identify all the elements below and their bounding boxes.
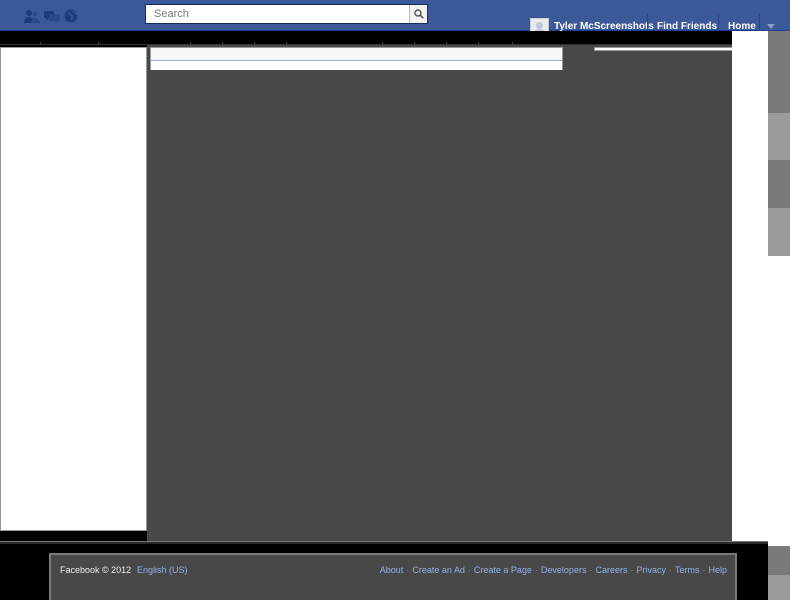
content-bottom-rule [0,541,768,544]
nav-separator [759,14,760,31]
magnifier-icon [413,9,424,19]
composer-input-row[interactable] [151,61,562,70]
toolbar-strip [0,31,790,45]
composer-tabs-row [151,48,562,61]
nav-separator [718,14,719,31]
scrollbar-segment[interactable] [768,575,790,600]
footer-links: About · Create an Ad · Create a Page · D… [380,565,727,575]
footer-separator: · [630,565,634,575]
footer-link-careers[interactable]: Careers [595,565,627,575]
footer-separator: · [702,565,706,575]
search-input[interactable] [146,5,409,23]
footer-separator: · [668,565,672,575]
scrollbar-segment[interactable] [768,113,790,160]
scrollbar-segment[interactable] [768,31,790,113]
notifications-globe-icon[interactable] [64,9,80,23]
top-navigation-bar: Tyler McScreenshots Find Friends Home [0,0,790,37]
page-footer: Facebook © 2012 English (US) About · Cre… [49,553,737,600]
search-box [145,4,428,24]
search-button[interactable] [409,5,427,23]
triangle-down-icon [767,24,775,29]
footer-separator: · [534,565,538,575]
footer-separator: · [406,565,410,575]
footer-link-privacy[interactable]: Privacy [636,565,666,575]
footer-link-create-page[interactable]: Create a Page [474,565,532,575]
footer-link-terms[interactable]: Terms [675,565,700,575]
status-composer[interactable] [150,47,563,70]
footer-link-developers[interactable]: Developers [541,565,587,575]
scrollbar-segment[interactable] [768,160,790,208]
friend-requests-icon[interactable] [24,9,40,23]
main-content-area [147,45,732,541]
account-menu-button[interactable] [766,22,776,30]
scrollbar-track[interactable] [768,256,790,546]
nav-separator [647,14,648,31]
messages-icon[interactable] [44,9,60,23]
scrollbar-segment[interactable] [768,208,790,256]
footer-separator: · [589,565,593,575]
footer-link-help[interactable]: Help [708,565,727,575]
footer-separator: · [467,565,471,575]
left-sidebar [0,47,147,531]
footer-link-create-ad[interactable]: Create an Ad [412,565,465,575]
scrollbar-segment[interactable] [768,546,790,575]
footer-copyright: Facebook © 2012 [60,565,132,575]
footer-link-about[interactable]: About [380,565,404,575]
window-edge [790,0,800,600]
footer-language-link[interactable]: English (US) [137,565,188,575]
right-column [732,31,768,541]
right-column-header [594,47,734,51]
